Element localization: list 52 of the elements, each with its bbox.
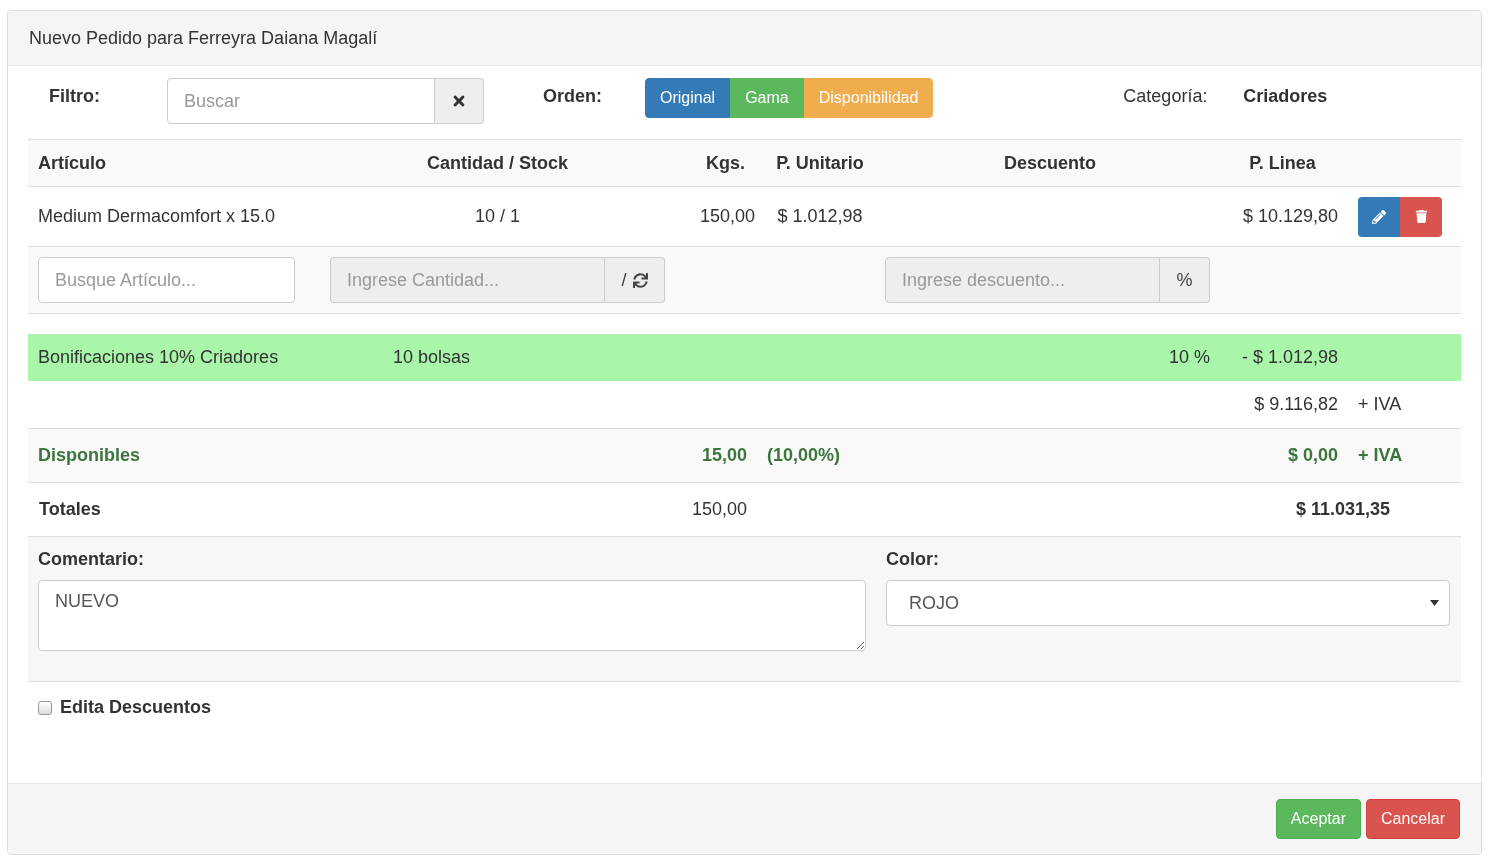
color-label: Color: — [886, 549, 940, 570]
search-field[interactable]: Buscar — [167, 78, 435, 124]
refresh-icon — [632, 272, 648, 288]
order-label: Orden: — [543, 86, 603, 107]
tax-label: + IVA — [1357, 445, 1404, 466]
column-header: Artículo — [37, 152, 107, 174]
order-button[interactable]: Original — [645, 78, 731, 118]
bonus-quantity: 10 bolsas — [392, 347, 472, 368]
close-icon — [451, 93, 467, 109]
article-search-field[interactable]: Busque Artículo... — [38, 257, 295, 303]
available-amount: $ 0,00 — [1286, 445, 1339, 466]
column-header: Descuento — [1003, 152, 1097, 174]
subtotal-amount: $ 9.116,82 — [1253, 394, 1339, 415]
filter-label: Filtro: — [49, 86, 101, 107]
color-select[interactable]: ROJO — [886, 580, 1450, 626]
caret-icon — [1430, 600, 1439, 606]
tax-label: + IVA — [1357, 394, 1403, 415]
column-header: P. Unitario — [775, 152, 865, 174]
table-cell-text: 10 / 1 — [473, 206, 521, 227]
category-label: Categoría: — [1123, 86, 1209, 107]
category-value: Criadores — [1243, 86, 1328, 107]
cancel-button[interactable]: Cancelar — [1365, 799, 1460, 839]
table-cell-text: Medium Dermacomfort x 15.0 — [37, 206, 277, 227]
bonus-percent: 10 % — [1167, 347, 1211, 368]
quantity-addon[interactable]: / — [605, 257, 665, 303]
column-header: Kgs. — [705, 152, 746, 174]
available-percent: (10,00%) — [766, 445, 842, 466]
accept-button[interactable]: Aceptar — [1275, 799, 1361, 839]
comment-label: Comentario: — [38, 549, 145, 570]
order-button[interactable]: Gama — [730, 78, 804, 118]
trash-icon — [1414, 210, 1428, 223]
table-cell-text: $ 10.129,80 — [1241, 206, 1339, 227]
checkbox[interactable] — [38, 700, 52, 715]
percent-addon: % — [1160, 257, 1210, 303]
delete-button[interactable] — [1400, 196, 1442, 237]
clear-button[interactable] — [435, 78, 484, 124]
totals-amount: $ 11.031,35 — [1294, 499, 1391, 520]
bonus-amount: - $ 1.012,98 — [1240, 347, 1339, 368]
comment-field[interactable]: NUEVO — [38, 580, 866, 651]
modal-title: Nuevo Pedido para Ferreyra Daiana Magalí — [29, 27, 378, 49]
edit-button[interactable] — [1358, 196, 1400, 237]
available-label: Disponibles — [37, 445, 141, 466]
totals-label: Totales — [38, 499, 102, 520]
available-kgs: 15,00 — [700, 445, 748, 466]
bonus-name: Bonificaciones 10% Criadores — [37, 347, 280, 368]
pencil-icon — [1372, 209, 1386, 224]
table-cell-text: 150,00 — [698, 206, 755, 227]
table-cell-text: $ 1.012,98 — [776, 206, 864, 227]
totals-kgs: 150,00 — [690, 499, 748, 520]
column-header: P. Linea — [1248, 152, 1317, 174]
column-header: Cantidad / Stock — [426, 152, 569, 174]
checkbox-label: Edita Descuentos — [60, 697, 212, 718]
